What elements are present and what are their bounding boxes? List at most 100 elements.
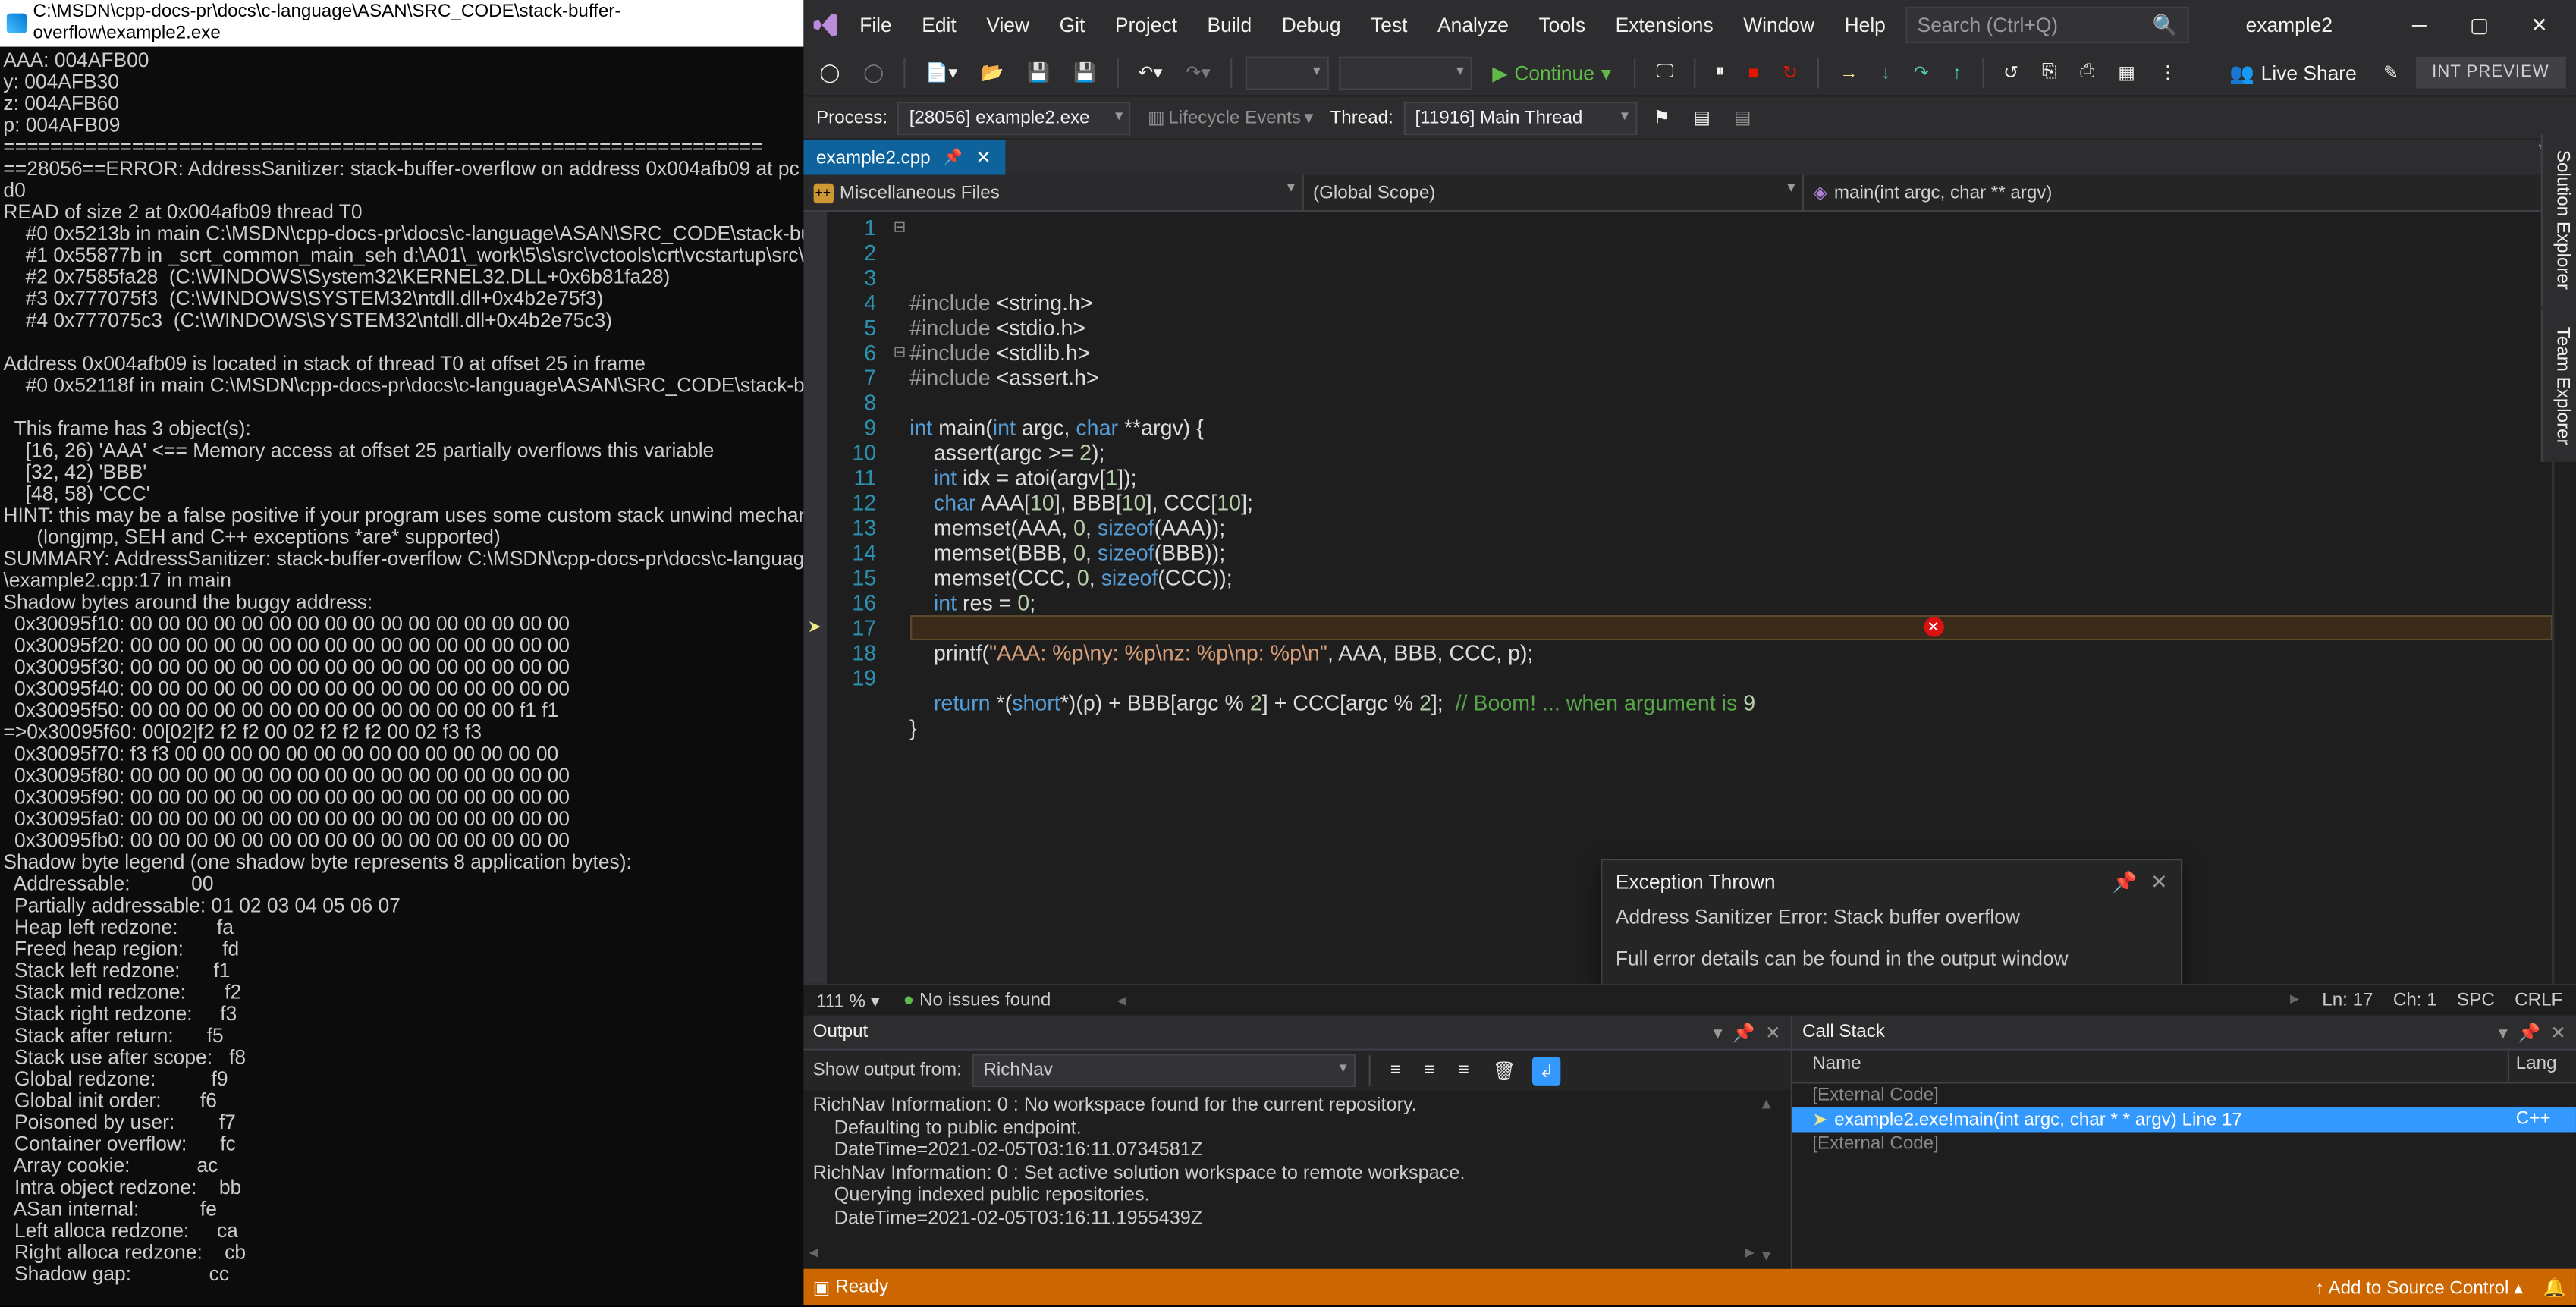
tool1-icon[interactable]: ↺ [1996,58,2025,86]
nav-scope[interactable]: (Global Scope) [1303,175,1803,210]
tool2-icon[interactable]: ⎘ [2035,58,2063,86]
cs-col-lang[interactable]: Lang [2509,1051,2576,1082]
menu-git[interactable]: Git [1046,7,1098,43]
config-dropdown[interactable] [1246,56,1329,90]
pin-popup-icon[interactable]: 📌 [2113,870,2138,895]
output-source-dropdown[interactable]: RichNav [972,1054,1356,1087]
sidetab-team-explorer[interactable]: Team Explorer [2541,309,2576,461]
close-tab-icon[interactable]: ✕ [975,146,991,168]
save-icon[interactable]: 💾 [1020,58,1057,86]
process-dropdown[interactable]: [28056] example2.exe [897,101,1131,134]
step-over-icon[interactable]: ↷ [1907,58,1936,86]
nav-back-icon[interactable]: ◯ [813,58,847,86]
close-popup-icon[interactable]: ✕ [2150,870,2167,895]
tool4-icon[interactable]: ▦ [2111,58,2141,86]
scroll-left-icon[interactable]: ◄ [1114,992,1129,1009]
notifications-icon[interactable]: 🔔 [2543,1277,2566,1299]
menu-debug[interactable]: Debug [1268,7,1354,43]
col-indicator[interactable]: Ch: 1 [2393,991,2437,1010]
screenshot-icon[interactable]: 🖵 [1650,58,1681,86]
line-indicator[interactable]: Ln: 17 [2322,991,2373,1010]
fold-margin[interactable]: ⊟ ⊟ [890,212,909,984]
close-button[interactable]: ✕ [2509,2,2569,49]
callstack-row[interactable]: ➤example2.exe!main(int argc, char * * ar… [1792,1107,2576,1132]
nav-function[interactable]: ◈ main(int argc, char ** argv) [1803,175,2576,210]
output-tool3-icon[interactable]: ≡ [1452,1057,1476,1084]
menu-test[interactable]: Test [1358,7,1422,43]
sidetab-solution-explorer[interactable]: Solution Explorer [2541,134,2576,306]
maximize-button[interactable]: ▢ [2449,2,2509,49]
output-text[interactable]: RichNav Information: 0 : No workspace fo… [803,1090,1790,1268]
cs-pin-icon[interactable]: 📌 [2518,1021,2540,1043]
break-all-icon[interactable]: ⏸ [1709,58,1732,86]
menu-help[interactable]: Help [1831,7,1899,43]
output-dropdown-icon[interactable]: ▾ [1714,1021,1723,1043]
pin-icon[interactable]: 📌 [944,149,963,167]
menu-file[interactable]: File [847,7,906,43]
lifecycle-icon[interactable]: ▥ Lifecycle Events ▾ [1141,103,1320,131]
editor[interactable]: ➤ 12345678910111213141516171819 ⊟ ⊟ #inc… [803,212,2575,984]
callstack-rows[interactable]: [External Code]➤example2.exe!main(int ar… [1792,1084,2576,1269]
lineending-indicator[interactable]: CRLF [2515,991,2562,1010]
breakpoint-margin[interactable]: ➤ [803,212,826,984]
open-icon[interactable]: 📂 [975,58,1011,86]
output-wordwrap-icon[interactable]: ↲ [1532,1056,1561,1084]
output-tool4-icon[interactable]: 🗑 [1486,1056,1522,1084]
scroll-left-icon[interactable]: ◄ [806,1243,821,1266]
navigation-bar: ++ Miscellaneous Files (Global Scope) ◈ … [803,175,2575,212]
scroll-down-icon[interactable]: ▼ [1759,1245,1787,1265]
stack-icon[interactable]: ▤ [1686,103,1717,131]
issues-indicator[interactable]: ● No issues found [903,991,1051,1010]
undo-icon[interactable]: ↶▾ [1131,58,1169,86]
menu-project[interactable]: Project [1101,7,1190,43]
output-close-icon[interactable]: ✕ [1765,1021,1780,1043]
save-all-icon[interactable]: 💾 [1067,58,1103,86]
menu-extensions[interactable]: Extensions [1602,7,1726,43]
platform-dropdown[interactable] [1339,56,1472,90]
stop-icon[interactable]: ■ [1742,59,1766,86]
menu-edit[interactable]: Edit [909,7,970,43]
menu-view[interactable]: View [973,7,1043,43]
feedback-icon[interactable]: ✎ [2377,58,2405,86]
callstack-row[interactable]: [External Code] [1792,1132,2576,1155]
menu-tools[interactable]: Tools [1525,7,1599,43]
new-item-icon[interactable]: 📄▾ [919,58,965,86]
scroll-up-icon[interactable]: ▲ [1759,1094,1787,1114]
step-into-icon[interactable]: ↓ [1874,59,1897,86]
stack2-icon[interactable]: ▤ [1727,103,1758,131]
flag-icon[interactable]: ⚑ [1647,103,1676,131]
minimize-button[interactable]: ─ [2389,2,2449,49]
side-tool-tabs: Solution Explorer Team Explorer [2541,134,2576,461]
output-pin-icon[interactable]: 📌 [1733,1021,1755,1043]
search-box[interactable]: Search (Ctrl+Q) 🔍 [1905,7,2189,43]
add-source-control[interactable]: ↑ Add to Source Control ▴ [2315,1277,2523,1299]
indent-indicator[interactable]: SPC [2457,991,2495,1010]
error-glyph-icon[interactable]: ✕ [1924,617,1943,636]
output-tool1-icon[interactable]: ≡ [1384,1057,1408,1084]
next-stmt-icon[interactable]: → [1833,59,1864,86]
live-share-button[interactable]: 👥 Live Share [2219,61,2367,84]
cs-dropdown-icon[interactable]: ▾ [2499,1021,2508,1043]
console-titlebar: C:\MSDN\cpp-docs-pr\docs\c-language\ASAN… [0,0,803,47]
redo-icon[interactable]: ↷▾ [1180,58,1217,86]
tab-example2[interactable]: example2.cpp 📌 ✕ [803,140,1004,175]
menu-analyze[interactable]: Analyze [1424,7,1522,43]
menu-window[interactable]: Window [1730,7,1828,43]
step-out-icon[interactable]: ↑ [1946,59,1968,86]
scroll-right-icon[interactable]: ► [1742,1243,1758,1266]
tool5-icon[interactable]: ⋮ [2152,58,2184,86]
restart-icon[interactable]: ↻ [1776,58,1805,86]
cs-col-name[interactable]: Name [1792,1051,2509,1082]
menu-build[interactable]: Build [1194,7,1265,43]
scroll-right-icon[interactable]: ► [2287,991,2302,1010]
nav-project[interactable]: ++ Miscellaneous Files [803,175,1302,210]
cpp-icon: ++ [813,183,833,203]
zoom-level[interactable]: 111 % ▾ [816,990,880,1012]
nav-fwd-icon[interactable]: ◯ [856,58,891,86]
cs-close-icon[interactable]: ✕ [2550,1021,2565,1043]
output-tool2-icon[interactable]: ≡ [1418,1057,1442,1084]
thread-dropdown[interactable]: [11916] Main Thread [1403,101,1637,134]
callstack-row[interactable]: [External Code] [1792,1084,2576,1107]
tool3-icon[interactable]: ⎙ [2073,58,2101,86]
continue-button[interactable]: ▶ Continue ▾ [1482,61,1621,84]
